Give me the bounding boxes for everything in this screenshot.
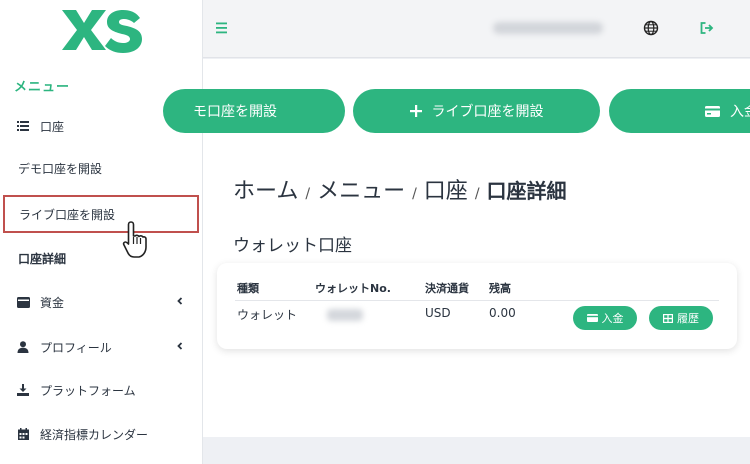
credit-card-icon xyxy=(705,105,720,117)
list-icon xyxy=(15,118,31,134)
calendar-icon xyxy=(15,426,31,442)
plus-icon xyxy=(409,105,422,117)
column-header-wallet-no: ウォレットNo. xyxy=(315,282,391,295)
wallet-section-title: ウォレット口座 xyxy=(233,236,352,256)
username-redacted xyxy=(493,22,603,34)
open-demo-account-label: モ口座を開設 xyxy=(193,104,277,120)
sidebar-item-label: 口座 xyxy=(40,119,65,134)
column-header-balance: 残高 xyxy=(489,282,511,295)
open-demo-account-button[interactable]: モ口座を開設 xyxy=(163,89,345,133)
download-icon xyxy=(15,382,31,398)
user-icon xyxy=(15,339,31,355)
sidebar-subitem-live[interactable]: ライブ口座を開設 xyxy=(3,195,199,233)
breadcrumb-separator: / xyxy=(412,186,417,202)
chevron-left-icon xyxy=(177,297,183,305)
sidebar-item-platform[interactable]: プラットフォーム xyxy=(0,368,202,412)
column-header-currency: 決済通貨 xyxy=(425,282,469,295)
wallet-table-card: 種類 ウォレットNo. 決済通貨 残高 ウォレット USD 0.00 入金 履歴 xyxy=(217,263,737,349)
breadcrumb: ホーム / メニュー / 口座 / 口座詳細 xyxy=(233,173,567,205)
wallet-history-label: 履歴 xyxy=(677,312,699,325)
top-bar xyxy=(203,0,750,58)
column-header-type: 種類 xyxy=(237,282,259,295)
sidebar-item-label: 経済指標カレンダー xyxy=(40,427,149,442)
breadcrumb-menu[interactable]: メニュー xyxy=(317,173,405,205)
sidebar-item-funds[interactable]: 資金 xyxy=(0,280,202,324)
sidebar-item-label: プラットフォーム xyxy=(40,383,136,398)
sidebar-subitem-demo[interactable]: デモ口座を開設 xyxy=(0,148,202,188)
sidebar-item-calendar[interactable]: 経済指標カレンダー xyxy=(0,412,202,456)
xs-logo[interactable] xyxy=(60,6,144,54)
sidebar-item-profile[interactable]: プロフィール xyxy=(0,325,202,369)
sidebar: メニュー 口座 デモ口座を開設 ライブ口座を開設 口座詳細 資金 プロフィール … xyxy=(0,0,203,464)
open-live-account-label: ライブ口座を開設 xyxy=(431,104,544,120)
main-content: モ口座を開設 ライブ口座を開設 入金 ホーム / メニュー / 口座 / 口座詳… xyxy=(163,59,750,437)
cell-balance: 0.00 xyxy=(489,306,516,320)
table-grid-icon xyxy=(663,313,673,323)
globe-icon[interactable] xyxy=(643,20,659,36)
logout-icon[interactable] xyxy=(700,21,714,35)
credit-card-icon xyxy=(586,314,598,322)
wallet-deposit-label: 入金 xyxy=(601,312,624,325)
sidebar-item-label: 資金 xyxy=(40,295,65,310)
cell-type: ウォレット xyxy=(237,308,298,322)
chevron-left-icon xyxy=(177,342,183,350)
wallet-number-redacted xyxy=(327,309,363,321)
breadcrumb-separator: / xyxy=(474,186,480,202)
footer-band xyxy=(203,437,750,464)
cell-currency: USD xyxy=(425,306,451,320)
breadcrumb-home[interactable]: ホーム xyxy=(233,173,298,205)
hamburger-icon[interactable] xyxy=(215,22,229,34)
breadcrumb-separator: / xyxy=(305,186,311,202)
mouse-cursor-icon xyxy=(122,221,147,258)
wallet-history-button[interactable]: 履歴 xyxy=(649,306,713,330)
menu-heading: メニュー xyxy=(14,80,71,95)
sidebar-item-label: プロフィール xyxy=(40,340,112,355)
deposit-label: 入金 xyxy=(730,104,750,120)
deposit-button[interactable]: 入金 xyxy=(609,89,750,133)
wallet-icon xyxy=(15,294,31,310)
breadcrumb-account[interactable]: 口座 xyxy=(424,173,468,205)
table-divider xyxy=(235,300,719,301)
sidebar-subitem-details[interactable]: 口座詳細 xyxy=(0,238,202,278)
breadcrumb-current: 口座詳細 xyxy=(486,179,567,203)
open-live-account-button[interactable]: ライブ口座を開設 xyxy=(353,89,600,133)
wallet-deposit-button[interactable]: 入金 xyxy=(573,306,637,330)
